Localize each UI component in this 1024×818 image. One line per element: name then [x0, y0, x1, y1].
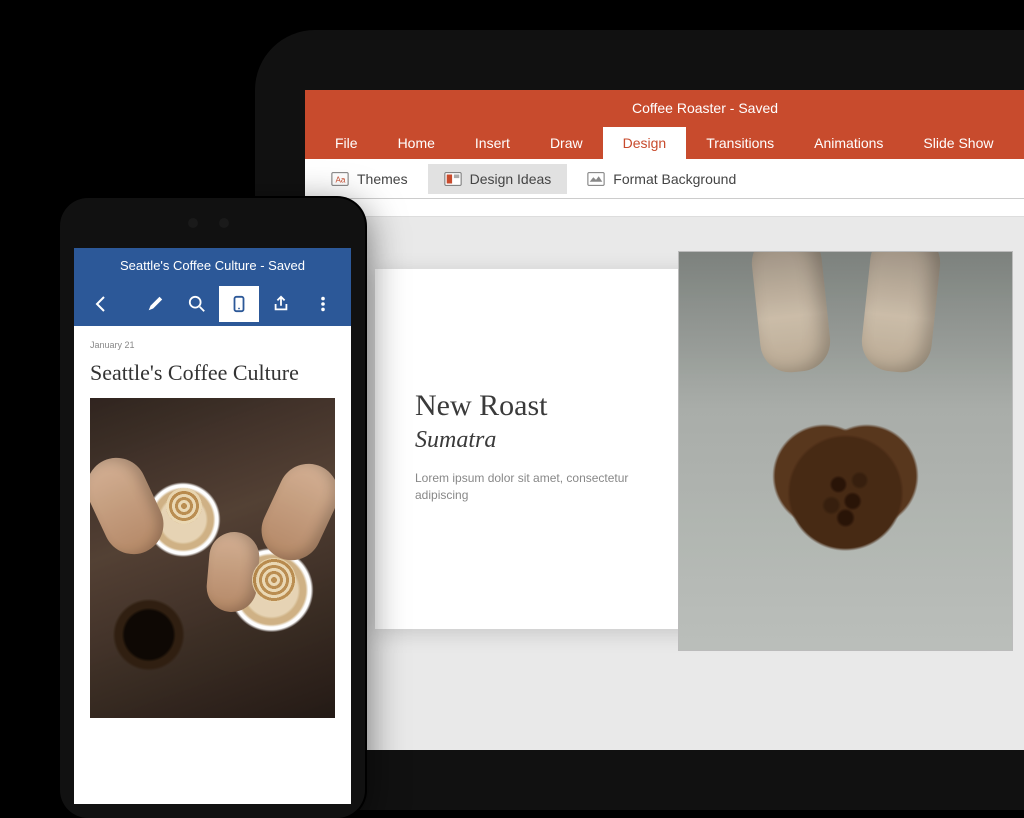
share-button[interactable]: [261, 286, 301, 322]
slide-image[interactable]: [678, 251, 1013, 651]
tab-draw[interactable]: Draw: [530, 127, 603, 159]
slide-editor-canvas: 1 2 3 4 5 6 New Roast Sumatra Lorem ipsu…: [305, 199, 1024, 750]
hand-center: [204, 530, 261, 614]
hand-right: [252, 454, 335, 570]
design-ribbon: Aa Themes Design Ideas Format Background: [305, 159, 1024, 199]
word-title-bar: Seattle's Coffee Culture - Saved: [74, 248, 351, 282]
document-body[interactable]: January 21 Seattle's Coffee Culture: [74, 326, 351, 804]
edit-button[interactable]: [135, 286, 175, 322]
format-background-button[interactable]: Format Background: [571, 164, 752, 194]
word-header: Seattle's Coffee Culture - Saved: [74, 248, 351, 326]
ribbon-tab-strip: File Home Insert Draw Design Transitions…: [305, 125, 1024, 159]
more-button[interactable]: [303, 286, 343, 322]
document-date: January 21: [90, 340, 335, 350]
slide-subheading: Sumatra: [415, 427, 630, 454]
mobile-view-button[interactable]: [219, 286, 259, 322]
slide-body-text: Lorem ipsum dolor sit amet, consectetur …: [415, 470, 630, 504]
tab-transitions[interactable]: Transitions: [686, 127, 794, 159]
back-button[interactable]: [82, 286, 122, 322]
document-hero-image[interactable]: [90, 398, 335, 718]
search-icon: [188, 295, 206, 313]
design-ideas-icon: [444, 170, 462, 188]
word-toolbar: [74, 282, 351, 326]
tab-design[interactable]: Design: [603, 127, 687, 159]
format-background-label: Format Background: [613, 171, 736, 187]
document-heading: Seattle's Coffee Culture: [90, 360, 335, 386]
themes-button[interactable]: Aa Themes: [315, 164, 424, 194]
phone-device-frame: Seattle's Coffee Culture - Saved: [60, 198, 365, 818]
search-button[interactable]: [177, 286, 217, 322]
tab-slide-show[interactable]: Slide Show: [903, 127, 1013, 159]
mobile-view-icon: [230, 295, 248, 313]
powerpoint-app-window: Coffee Roaster - Saved File Home Insert …: [305, 90, 1024, 750]
active-slide[interactable]: New Roast Sumatra Lorem ipsum dolor sit …: [375, 269, 995, 629]
themes-label: Themes: [357, 171, 408, 187]
slide-text-block[interactable]: New Roast Sumatra Lorem ipsum dolor sit …: [375, 269, 660, 629]
horizontal-ruler: [327, 199, 1024, 217]
hand-left: [90, 448, 173, 564]
tab-review[interactable]: Review: [1013, 127, 1024, 159]
coffee-beans-detail: [678, 251, 1013, 651]
slide-heading: New Roast: [415, 389, 630, 423]
document-title: Coffee Roaster - Saved: [632, 100, 778, 116]
design-ideas-button[interactable]: Design Ideas: [428, 164, 568, 194]
tab-animations[interactable]: Animations: [794, 127, 903, 159]
themes-icon: Aa: [331, 170, 349, 188]
powerpoint-title-bar: Coffee Roaster - Saved: [305, 90, 1024, 125]
share-icon: [272, 295, 290, 313]
tab-home[interactable]: Home: [378, 127, 455, 159]
latte-art-photo: [90, 398, 335, 718]
pencil-icon: [146, 295, 164, 313]
tablet-device-frame: Coffee Roaster - Saved File Home Insert …: [255, 30, 1024, 810]
design-ideas-label: Design Ideas: [470, 171, 552, 187]
svg-text:Aa: Aa: [336, 175, 346, 184]
more-vertical-icon: [314, 295, 332, 313]
tab-insert[interactable]: Insert: [455, 127, 530, 159]
document-title: Seattle's Coffee Culture - Saved: [120, 258, 305, 273]
tab-file[interactable]: File: [315, 127, 378, 159]
back-arrow-icon: [92, 294, 112, 314]
coffee-beans-photo: [678, 251, 1013, 651]
format-background-icon: [587, 170, 605, 188]
word-app-window: Seattle's Coffee Culture - Saved: [74, 248, 351, 804]
